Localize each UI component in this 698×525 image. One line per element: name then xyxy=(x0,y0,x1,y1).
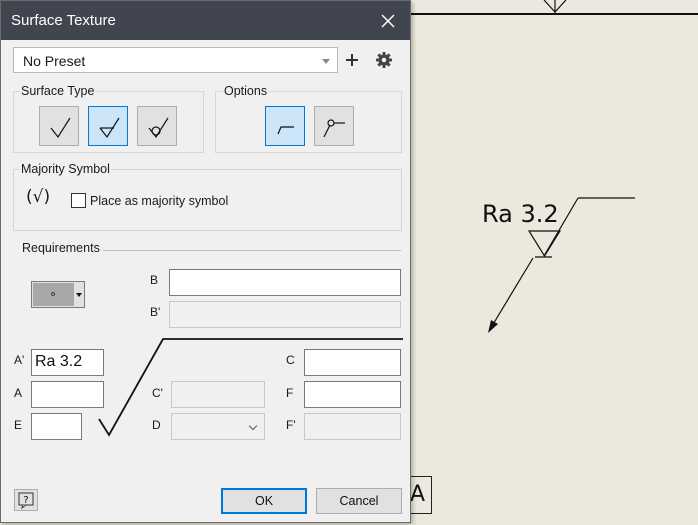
field-e-label: E xyxy=(14,418,23,432)
svg-text:?: ? xyxy=(23,495,28,506)
help-icon: ? xyxy=(18,492,34,510)
field-c-prime-label: C' xyxy=(152,386,163,400)
field-b-label: B xyxy=(150,273,159,287)
leader-arrowhead xyxy=(488,320,498,333)
field-b-prime-label: B' xyxy=(150,305,161,319)
canvas-roughness-text: Ra 3.2 xyxy=(482,200,559,228)
surface-texture-dialog: Surface Texture No Preset Surface Type O… xyxy=(0,0,411,523)
field-a-label: A xyxy=(14,386,23,400)
field-f-prime-label: F' xyxy=(286,418,296,432)
surface-triangle xyxy=(527,230,562,258)
field-f-input[interactable] xyxy=(304,381,401,408)
requirements-symbol-lines xyxy=(98,338,403,437)
field-c-prime-input[interactable] xyxy=(171,381,265,408)
field-c-input[interactable] xyxy=(304,349,401,376)
field-f-prime-input[interactable] xyxy=(304,413,401,440)
ok-button[interactable]: OK xyxy=(221,488,307,514)
field-e-input[interactable] xyxy=(31,413,82,440)
cancel-button[interactable]: Cancel xyxy=(316,488,402,514)
field-d-dropdown[interactable] xyxy=(171,413,265,440)
help-button[interactable]: ? xyxy=(14,489,38,511)
leader-line xyxy=(491,257,534,327)
field-a-input[interactable] xyxy=(31,381,104,408)
chevron-down-icon xyxy=(248,421,258,431)
field-a-prime-label: A' xyxy=(14,353,25,367)
field-a-prime-input[interactable]: Ra 3.2 xyxy=(31,349,104,376)
field-f-label: F xyxy=(286,386,294,400)
field-b-prime-input[interactable] xyxy=(169,301,401,328)
field-b-input[interactable] xyxy=(169,269,401,296)
field-d-label: D xyxy=(152,418,161,432)
field-c-label: C xyxy=(286,353,295,367)
